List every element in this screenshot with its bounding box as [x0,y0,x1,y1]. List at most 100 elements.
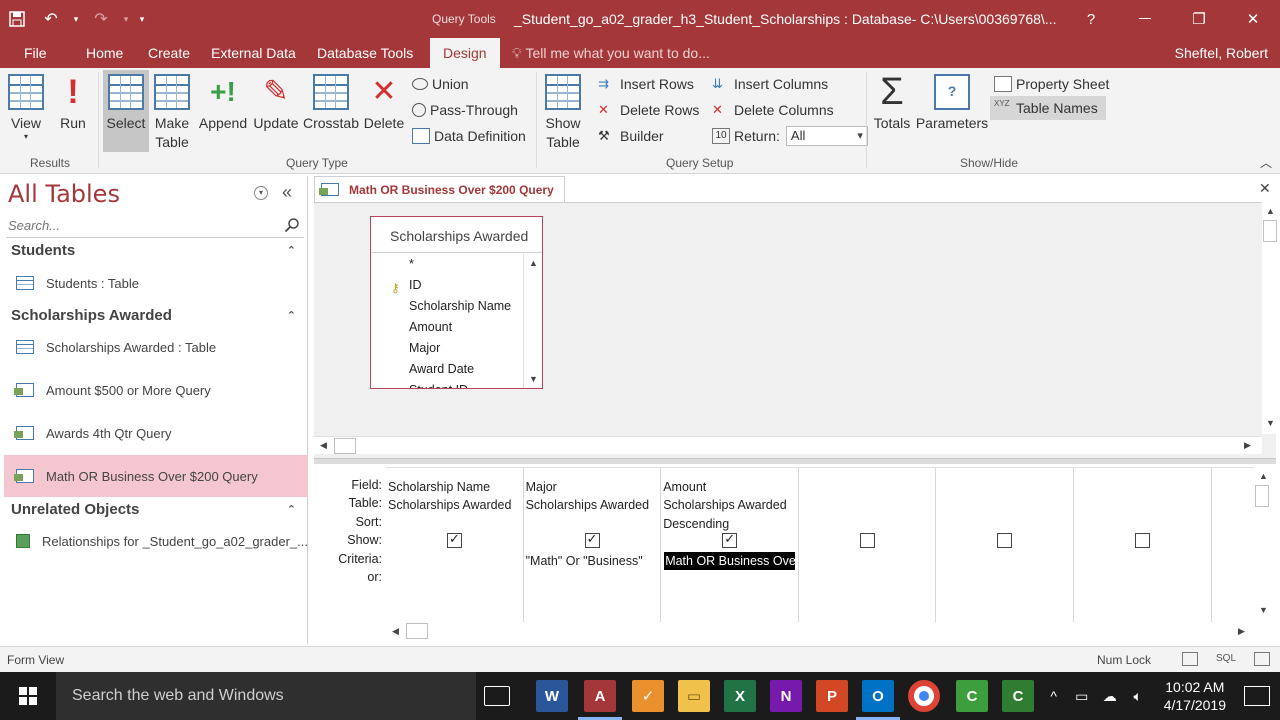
scroll-up-icon[interactable]: ▲ [1259,471,1268,481]
table-names-button[interactable]: XYZ Table Names [990,96,1106,120]
grid-cell-criteria[interactable] [938,552,1072,570]
show-checkbox[interactable] [997,533,1013,548]
customize-qat-icon[interactable]: ▾ [134,0,150,38]
grid-cell-sort[interactable] [801,515,935,533]
show-table-button[interactable]: Show Table [542,74,584,152]
scroll-thumb[interactable] [406,623,428,639]
chevron-up-icon[interactable]: ^ [1042,688,1066,704]
camtasia-icon[interactable]: C [956,680,988,712]
table-pane-horizontal-scrollbar[interactable]: ◀ ▶ [314,436,1262,454]
field-award-date[interactable]: Award Date [371,359,523,380]
scroll-thumb[interactable] [334,438,356,454]
nav-item-amount-500-query[interactable]: Amount $500 or More Query [4,369,308,411]
grid-cell-or[interactable] [526,570,660,588]
grid-cell-or[interactable] [938,570,1072,588]
scroll-down-icon[interactable]: ▼ [529,374,538,384]
grid-cell-field[interactable]: Amount [663,478,797,496]
grid-cell-or[interactable] [388,570,522,588]
crosstab-button[interactable]: Crosstab [302,74,360,133]
scroll-down-icon[interactable]: ▼ [1266,418,1275,428]
nav-group-students[interactable]: Students ⌃ [6,238,304,264]
select-query-button[interactable]: Select [103,70,149,152]
design-grid-horizontal-scrollbar[interactable]: ◀ ▶ [386,622,1254,640]
outlook-icon[interactable]: O [856,680,900,720]
task-view-icon[interactable] [484,686,510,706]
field-list-scholarships-awarded[interactable]: Scholarships Awarded * ⚷ ID Scholarship N… [370,216,543,389]
excel-icon[interactable]: X [724,680,756,712]
pass-through-button[interactable]: Pass-Through [412,98,518,122]
undo-dropdown-icon[interactable]: ▾ [68,0,84,38]
table-pane-vertical-scrollbar[interactable]: ▲ ▼ [1262,202,1278,434]
tab-database-tools[interactable]: Database Tools [305,38,425,68]
grid-cell-or[interactable] [801,570,935,588]
tab-design[interactable]: Design [430,38,500,68]
restore-button[interactable]: ❐ [1172,0,1226,38]
grid-cell-criteria[interactable] [1076,552,1210,570]
scroll-right-icon[interactable]: ▶ [1244,440,1251,451]
property-sheet-button[interactable]: Property Sheet [994,72,1109,96]
show-checkbox[interactable] [1135,533,1150,548]
nav-item-math-or-business-query[interactable]: Math OR Business Over $200 Query [4,455,308,497]
network-icon[interactable]: ▭ [1070,688,1094,705]
run-button[interactable]: ! Run [56,74,90,133]
grid-cell-criteria[interactable]: "Math" Or "Business" [526,552,660,570]
show-checkbox[interactable] [584,531,600,548]
insert-rows-button[interactable]: ⇉ Insert Rows [598,72,694,96]
scroll-left-icon[interactable]: ◀ [392,626,399,637]
sql-view-button[interactable]: SQL [1216,653,1236,664]
field-amount[interactable]: Amount [371,317,523,338]
update-button[interactable]: ✎ Update [250,74,302,133]
data-definition-button[interactable]: Data Definition [412,124,526,148]
grid-cell-or[interactable] [663,570,797,588]
taskbar-search-box[interactable]: Search the web and Windows [56,672,476,720]
scroll-up-icon[interactable]: ▲ [529,258,538,268]
action-center-icon[interactable] [1244,686,1270,706]
nav-pane-title[interactable]: All Tables [8,180,120,208]
design-grid-vertical-scrollbar[interactable]: ▲ ▼ [1254,467,1272,621]
scroll-up-icon[interactable]: ▲ [1266,206,1275,216]
tab-create[interactable]: Create [136,38,202,68]
field-major[interactable]: Major [371,338,523,359]
grid-cell-criteria[interactable] [388,552,522,570]
show-checkbox[interactable] [722,531,738,548]
tab-home[interactable]: Home [74,38,135,68]
search-icon[interactable] [284,217,300,233]
scroll-left-icon[interactable]: ◀ [320,440,327,451]
grid-cell-sort[interactable] [938,515,1072,533]
document-tab[interactable]: Math OR Business Over $200 Query [314,176,565,202]
nav-item-relationships[interactable]: Relationships for _Student_go_a02_grader… [4,520,308,562]
scroll-thumb[interactable] [1255,485,1269,507]
nav-item-scholarships-awarded-table[interactable]: Scholarships Awarded : Table [4,326,308,368]
powerpoint-icon[interactable]: P [816,680,848,712]
redo-dropdown-icon[interactable]: ▾ [118,0,134,38]
nav-item-students-table[interactable]: Students : Table [4,262,308,304]
close-document-icon[interactable]: ✕ [1259,180,1271,197]
nav-item-awards-4th-qtr-query[interactable]: Awards 4th Qtr Query [4,412,308,454]
field-list-scrollbar[interactable]: ▲ ▼ [523,254,542,388]
tab-file[interactable]: File [12,38,59,68]
show-checkbox[interactable] [859,533,875,548]
grid-cell-field[interactable]: Scholarship Name [388,478,522,496]
nav-pane-menu-icon[interactable]: ▾ [254,186,268,200]
minimize-button[interactable] [1118,0,1172,38]
field-all[interactable]: * [371,254,523,275]
grid-cell-criteria[interactable]: Math OR Business Over [664,551,796,570]
builder-button[interactable]: ⚒ Builder [598,124,664,148]
todo-icon[interactable]: ✓ [632,680,664,712]
grid-cell-table[interactable] [801,496,935,514]
chrome-icon[interactable] [908,680,940,712]
scroll-down-icon[interactable]: ▼ [1259,605,1268,615]
delete-query-button[interactable]: ✕ Delete [362,74,406,133]
totals-button[interactable]: Σ Totals [872,73,912,133]
make-table-button[interactable]: Make Table [152,74,192,152]
field-id[interactable]: ⚷ ID [371,275,523,296]
redo-icon[interactable]: ↷ [84,0,118,38]
grid-cell-field[interactable] [801,478,935,496]
tab-external-data[interactable]: External Data [199,38,308,68]
grid-cell-table[interactable] [938,496,1072,514]
undo-icon[interactable]: ↶ [34,0,68,38]
grid-cell-field[interactable]: Major [526,478,660,496]
design-view-icon[interactable] [1254,652,1270,666]
onenote-icon[interactable]: N [770,680,802,712]
grid-cell-or[interactable] [1076,570,1210,588]
